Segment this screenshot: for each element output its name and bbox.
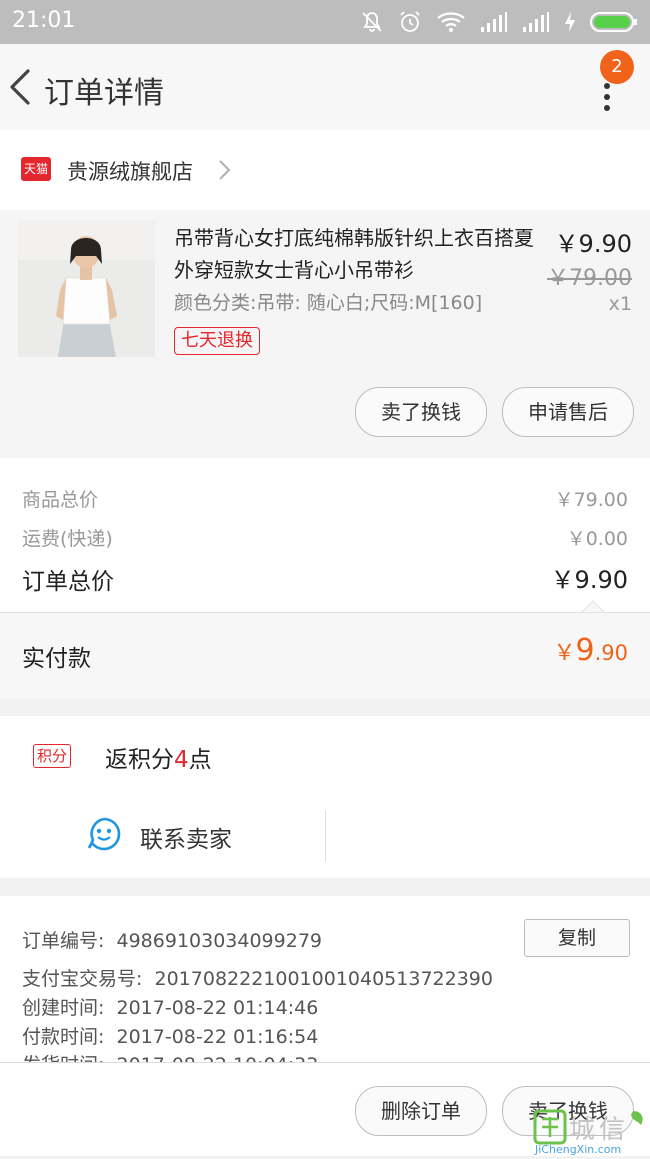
paid-label: 实付款: [22, 646, 91, 672]
paid-value: ￥9.90: [553, 633, 628, 668]
delete-order-button[interactable]: 删除订单: [355, 1086, 487, 1136]
paid-time: 付款时间: 2017-08-22 01:16:54: [22, 1026, 319, 1048]
signal-icon: [523, 12, 549, 32]
order-number: 订单编号: 49869103034099279: [22, 930, 323, 952]
tmall-logo: 天猫: [21, 157, 51, 181]
contact-seller-label: 联系卖家: [140, 827, 232, 853]
product-item[interactable]: 吊带背心女打底纯棉韩版针织上衣百搭夏外穿短款女士背心小吊带衫 颜色分类:吊带: …: [0, 210, 650, 458]
apply-after-sales-button[interactable]: 申请售后: [502, 387, 634, 437]
watermark-text: 城信: [569, 1115, 630, 1145]
created-time: 创建时间: 2017-08-22 01:14:46: [22, 997, 319, 1019]
product-quantity: x1: [608, 293, 632, 315]
watermark-sub: JiChengXin.com: [535, 1143, 622, 1156]
page-title: 订单详情: [44, 76, 164, 111]
notification-badge: 2: [600, 50, 634, 84]
status-icons: [360, 10, 638, 34]
shipping-label: 运费(快递): [22, 528, 113, 550]
status-time: 21:01: [12, 8, 76, 33]
copy-button[interactable]: 复制: [524, 919, 630, 957]
top-bar: 订单详情: [0, 44, 650, 130]
points-text: 返积分4点: [105, 747, 212, 773]
product-title[interactable]: 吊带背心女打底纯棉韩版针织上衣百搭夏外穿短款女士背心小吊带衫: [174, 222, 534, 286]
chevron-right-icon: [219, 160, 231, 180]
signal-icon: [481, 12, 507, 32]
battery-icon: [590, 12, 637, 32]
watermark-logo: 城信 JiChengXin.com: [533, 1107, 650, 1156]
product-original-price: ￥79.00: [547, 266, 632, 291]
alipay-number: 支付宝交易号: 2017082221001001040513722390: [22, 968, 493, 990]
mute-icon: [362, 12, 382, 32]
charging-icon: [565, 12, 575, 32]
sell-for-cash-button[interactable]: 卖了换钱: [355, 387, 487, 437]
shop-row[interactable]: 天猫 贵源绒旗舰店: [0, 130, 650, 210]
points-and-contact: 积分 返积分4点 联系卖家: [0, 716, 650, 878]
paid-amount-row: 实付款 ￥9.90: [0, 612, 650, 699]
order-total-value: ￥9.90: [550, 566, 628, 594]
chat-face-icon: [87, 817, 121, 851]
product-attributes: 颜色分类:吊带: 随心白;尺码:M[160]: [174, 292, 483, 314]
alarm-icon: [400, 11, 420, 32]
shipping-value: ￥0.00: [566, 528, 628, 550]
wifi-icon: [437, 12, 465, 32]
divider: [325, 810, 326, 862]
goods-total-label: 商品总价: [22, 489, 99, 511]
product-image[interactable]: [18, 220, 155, 357]
seven-day-return-tag: 七天退换: [174, 327, 260, 355]
contact-seller-button[interactable]: 联系卖家: [0, 806, 325, 866]
shop-name: 贵源绒旗舰店: [67, 160, 193, 184]
order-info: 订单编号: 49869103034099279 复制 支付宝交易号: 20170…: [0, 896, 650, 1066]
price-summary: 商品总价 ￥79.00 运费(快递) ￥0.00 订单总价 ￥9.90 实付款 …: [0, 458, 650, 699]
more-menu-icon[interactable]: [600, 80, 614, 116]
order-total-label: 订单总价: [22, 569, 114, 595]
back-arrow-icon[interactable]: [8, 69, 32, 105]
goods-total-value: ￥79.00: [554, 489, 628, 511]
points-tag: 积分: [33, 744, 72, 768]
product-price: ￥9.90: [554, 230, 632, 258]
status-bar: 21:01: [0, 0, 650, 44]
